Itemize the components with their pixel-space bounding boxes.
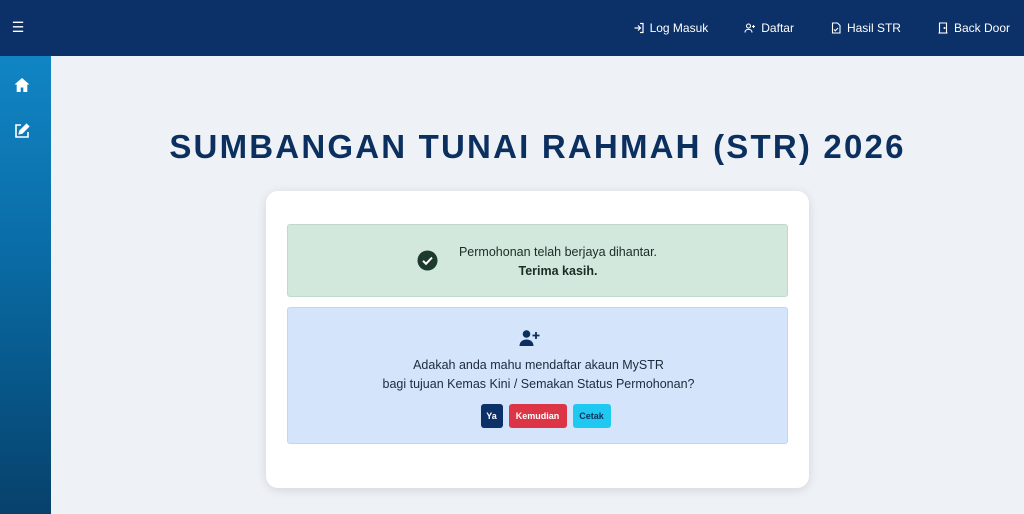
nav-daftar[interactable]: Daftar — [744, 21, 794, 35]
nav-back-door[interactable]: Back Door — [937, 21, 1010, 35]
yes-button[interactable]: Ya — [480, 404, 503, 428]
register-prompt: Adakah anda mahu mendaftar akaun MySTR b… — [287, 307, 788, 444]
top-navbar: ☰ Log Masuk Daftar Hasil STR Back Door — [0, 0, 1024, 56]
register-line2: bagi tujuan Kemas Kini / Semakan Status … — [382, 377, 695, 391]
page-title: SUMBANGAN TUNAI RAHMAH (STR) 2026 — [169, 128, 906, 165]
success-alert: Permohonan telah berjaya dihantar. Terim… — [287, 224, 788, 297]
document-icon — [831, 22, 841, 34]
nav-hasil-str[interactable]: Hasil STR — [830, 21, 901, 35]
success-message: Permohonan telah berjaya dihantar. Terim… — [453, 243, 663, 281]
later-button[interactable]: Kemudian — [508, 404, 567, 428]
door-icon — [938, 22, 948, 34]
print-button[interactable]: Cetak — [572, 404, 611, 428]
user-plus-icon — [519, 330, 540, 346]
register-buttons: Ya Kemudian Cetak — [288, 404, 789, 428]
user-plus-icon — [744, 23, 756, 33]
edit-icon[interactable] — [13, 122, 31, 140]
sidebar — [0, 56, 51, 514]
nav-hasil-str-label: Hasil STR — [846, 21, 901, 35]
home-icon[interactable] — [13, 76, 31, 94]
login-icon — [634, 22, 644, 34]
nav-log-masuk-label: Log Masuk — [649, 21, 709, 35]
register-line1: Adakah anda mahu mendaftar akaun MySTR — [413, 358, 664, 372]
top-nav: Log Masuk Daftar Hasil STR Back Door — [597, 0, 1010, 56]
nav-log-masuk[interactable]: Log Masuk — [633, 21, 709, 35]
nav-back-door-label: Back Door — [953, 21, 1010, 35]
check-circle-icon — [417, 250, 438, 271]
nav-daftar-label: Daftar — [761, 21, 794, 35]
register-question: Adakah anda mahu mendaftar akaun MySTR b… — [288, 356, 789, 394]
status-card: Permohonan telah berjaya dihantar. Terim… — [266, 191, 809, 488]
success-line1: Permohonan telah berjaya dihantar. — [458, 245, 658, 259]
success-line2: Terima kasih. — [518, 264, 598, 278]
hamburger-icon[interactable]: ☰ — [10, 18, 26, 36]
